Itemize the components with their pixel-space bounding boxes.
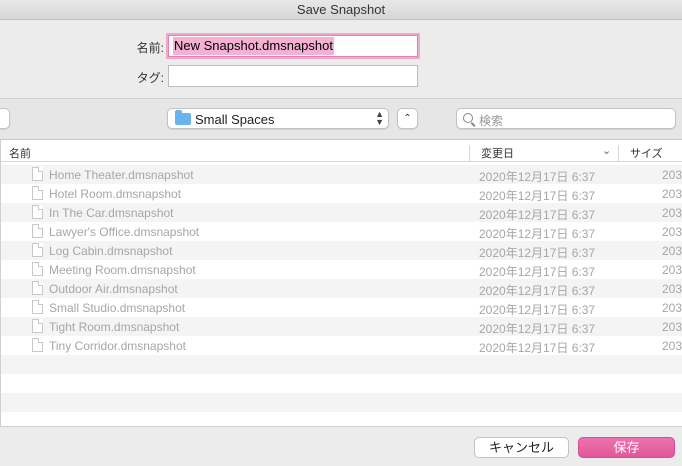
- file-row[interactable]: Meeting Room.dmsnapshot 2020年12月17日 6:37 2…: [1, 260, 682, 279]
- file-date: 2020年12月17日 6:37: [479, 265, 596, 279]
- file-row[interactable]: Home Theater.dmsnapshot 2020年12月17日 6:37 2…: [1, 165, 682, 184]
- file-name: In The Car.dmsnapshot: [49, 206, 174, 220]
- file-size: 203: [662, 168, 682, 182]
- file-size: 203: [662, 282, 682, 296]
- search-icon: [463, 113, 473, 123]
- file-name: Tiny Corridor.dmsnapshot: [49, 339, 186, 353]
- save-button[interactable]: 保存: [578, 437, 675, 458]
- file-size: 203: [662, 187, 682, 201]
- file-row[interactable]: Small Studio.dmsnapshot 2020年12月17日 6:37 2…: [1, 298, 682, 317]
- cancel-button[interactable]: キャンセル: [474, 437, 569, 458]
- file-name: Tight Room.dmsnapshot: [49, 320, 180, 334]
- file-date: 2020年12月17日 6:37: [479, 246, 596, 260]
- file-rows: Home Theater.dmsnapshot 2020年12月17日 6:37 2…: [1, 165, 682, 431]
- file-row[interactable]: Hotel Room.dmsnapshot 2020年12月17日 6:37 203: [1, 184, 682, 203]
- file-icon: [32, 338, 43, 352]
- file-size: 203: [662, 339, 682, 353]
- location-popup[interactable]: Small Spaces ▲ ▼: [167, 108, 389, 129]
- dialog-footer: キャンセル 保存: [0, 426, 682, 466]
- column-divider[interactable]: [618, 145, 619, 161]
- file-icon: [32, 205, 43, 219]
- file-name: Lawyer's Office.dmsnapshot: [49, 225, 200, 239]
- up-down-arrows-icon: ▲ ▼: [375, 109, 384, 127]
- file-icon: [32, 243, 43, 257]
- name-label: 名前:: [136, 41, 164, 55]
- file-name: Log Cabin.dmsnapshot: [49, 244, 173, 258]
- file-size: 203: [662, 244, 682, 258]
- file-icon: [32, 300, 43, 314]
- folder-icon: [175, 110, 191, 125]
- file-name: Meeting Room.dmsnapshot: [49, 263, 196, 277]
- empty-row: [1, 374, 682, 393]
- empty-row: [1, 355, 682, 374]
- file-row[interactable]: Tight Room.dmsnapshot 2020年12月17日 6:37 203: [1, 317, 682, 336]
- filename-field[interactable]: New Snapshot.dmsnapshot: [168, 35, 418, 57]
- file-icon: [32, 186, 43, 200]
- column-name[interactable]: 名前: [9, 145, 31, 161]
- filename-selected-text[interactable]: New Snapshot.dmsnapshot: [173, 37, 334, 55]
- file-date: 2020年12月17日 6:37: [479, 284, 596, 298]
- file-icon: [32, 319, 43, 333]
- file-size: 203: [662, 225, 682, 239]
- file-date: 2020年12月17日 6:37: [479, 170, 596, 184]
- chevron-down-icon[interactable]: ⌄: [602, 144, 611, 157]
- expand-collapse-button[interactable]: ⌃: [397, 108, 418, 129]
- column-date[interactable]: 変更日: [481, 145, 514, 161]
- file-date: 2020年12月17日 6:37: [479, 227, 596, 241]
- file-size: 203: [662, 301, 682, 315]
- file-date: 2020年12月17日 6:37: [479, 341, 596, 355]
- file-icon: [32, 262, 43, 276]
- file-row[interactable]: Log Cabin.dmsnapshot 2020年12月17日 6:37 203: [1, 241, 682, 260]
- file-row[interactable]: Outdoor Air.dmsnapshot 2020年12月17日 6:37 20…: [1, 279, 682, 298]
- file-name: Small Studio.dmsnapshot: [49, 301, 186, 315]
- file-list[interactable]: 名前 変更日 ⌄ サイズ Home Theater.dmsnapshot 2020…: [0, 140, 682, 426]
- file-size: 203: [662, 320, 682, 334]
- file-icon: [32, 281, 43, 295]
- file-name: Outdoor Air.dmsnapshot: [49, 282, 178, 296]
- file-row[interactable]: Lawyer's Office.dmsnapshot 2020年12月17日 6:…: [1, 222, 682, 241]
- back-forward-button[interactable]: [0, 108, 10, 129]
- save-form: 名前: New Snapshot.dmsnapshot タグ:: [0, 20, 682, 98]
- tags-field[interactable]: [168, 65, 418, 87]
- column-divider[interactable]: [469, 145, 470, 161]
- file-size: 203: [662, 263, 682, 277]
- file-date: 2020年12月17日 6:37: [479, 322, 596, 336]
- column-header: 名前 変更日 ⌄ サイズ: [1, 140, 682, 162]
- search-field[interactable]: 検索: [456, 108, 676, 129]
- chevron-up-icon: ⌃: [403, 113, 412, 124]
- file-name: Hotel Room.dmsnapshot: [49, 187, 182, 201]
- file-date: 2020年12月17日 6:37: [479, 189, 596, 203]
- empty-row: [1, 393, 682, 412]
- file-name: Home Theater.dmsnapshot: [49, 168, 194, 182]
- file-icon: [32, 167, 43, 181]
- file-date: 2020年12月17日 6:37: [479, 208, 596, 222]
- search-placeholder[interactable]: 検索: [479, 112, 503, 129]
- file-row[interactable]: Tiny Corridor.dmsnapshot 2020年12月17日 6:37…: [1, 336, 682, 355]
- file-date: 2020年12月17日 6:37: [479, 303, 596, 317]
- column-size[interactable]: サイズ: [630, 145, 663, 161]
- file-size: 203: [662, 206, 682, 220]
- file-icon: [32, 224, 43, 238]
- location-label: Small Spaces: [195, 112, 275, 127]
- file-row[interactable]: In The Car.dmsnapshot 2020年12月17日 6:37 203: [1, 203, 682, 222]
- window-title: Save Snapshot: [0, 0, 682, 20]
- tags-label: タグ:: [136, 71, 164, 85]
- navigation-toolbar: Small Spaces ▲ ▼ ⌃ 検索: [0, 98, 682, 140]
